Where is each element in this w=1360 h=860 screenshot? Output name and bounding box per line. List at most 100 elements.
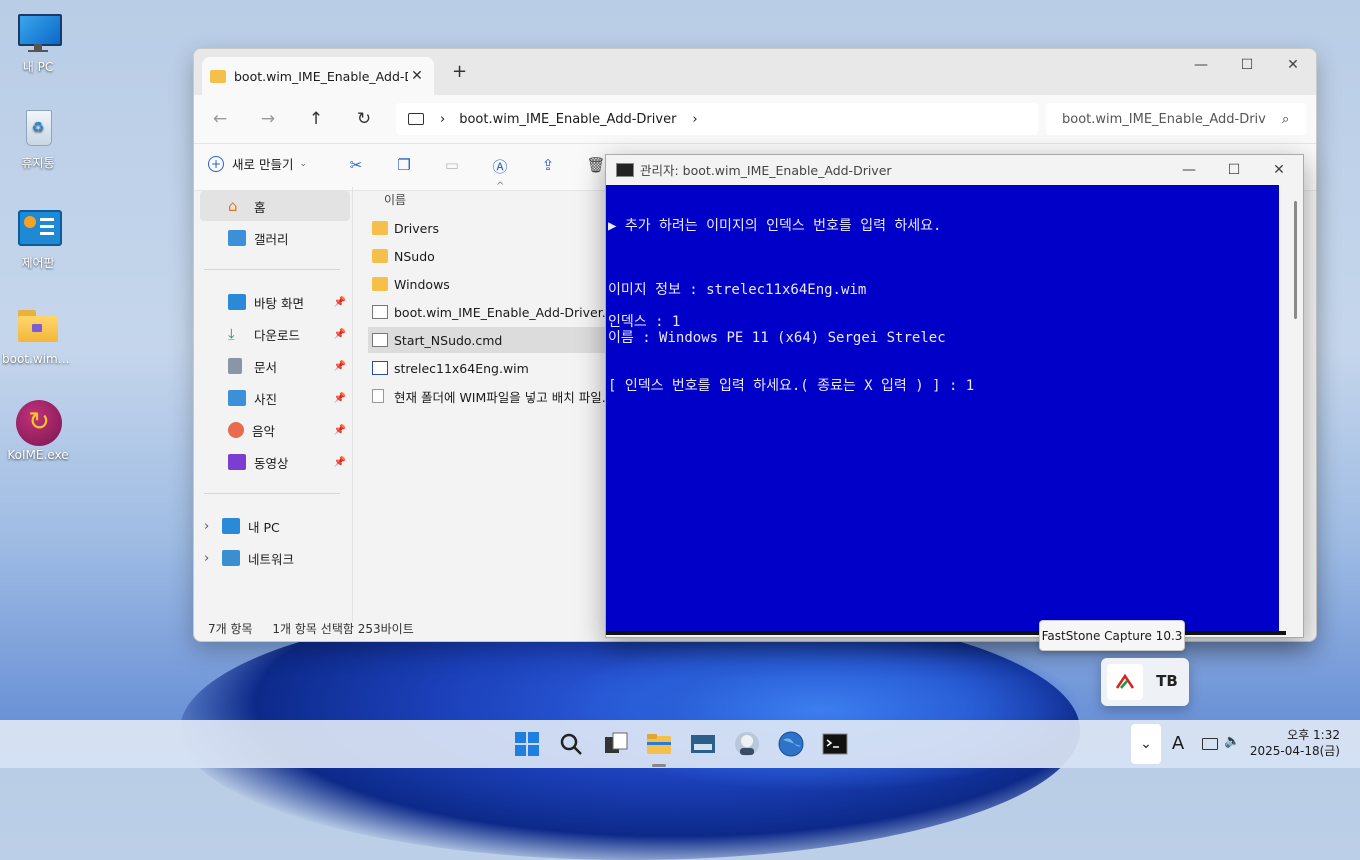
sidebar-item-pictures[interactable]: 사진 📌 <box>200 383 350 413</box>
sidebar-item-gallery[interactable]: 갤러리 <box>200 223 350 253</box>
console-scrollbar[interactable] <box>1279 185 1301 633</box>
windows-start-icon[interactable] <box>513 730 541 758</box>
sidebar-item-documents[interactable]: 문서 📌 <box>200 351 350 381</box>
close-tab-icon[interactable]: ✕ <box>408 68 426 84</box>
pin-icon[interactable]: 📌 <box>334 297 346 308</box>
sidebar-item-network[interactable]: › 네트워크 <box>200 543 350 573</box>
folder-icon <box>16 304 60 348</box>
task-view-icon[interactable] <box>602 730 630 758</box>
tray-overflow-popup: TB <box>1101 658 1189 706</box>
search-box[interactable]: boot.wim_IME_Enable_Add-Driv ⌕ <box>1046 103 1306 135</box>
sidebar-item-videos[interactable]: 동영상 📌 <box>200 447 350 477</box>
file-explorer-icon[interactable] <box>645 730 673 758</box>
tab-bar: boot.wim_IME_Enable_Add-D ✕ + — ☐ ✕ <box>194 49 1316 95</box>
new-button[interactable]: + 새로 만들기 ⌄ <box>208 154 307 173</box>
chevron-right-icon[interactable]: › <box>692 112 697 127</box>
list-item-selected[interactable]: Start_NSudo.cmd <box>368 327 608 353</box>
pin-icon[interactable]: 📌 <box>334 425 346 436</box>
chevron-right-icon: › <box>440 111 446 127</box>
show-hidden-icons-button[interactable]: ⌄ <box>1131 724 1161 764</box>
console-title: 관리자: boot.wim_IME_Enable_Add-Driver <box>640 163 892 178</box>
paste-icon[interactable]: ▭ <box>440 156 464 178</box>
gallery-icon <box>228 230 246 246</box>
console-line: 이미지 정보 : strelec11x64Eng.wim <box>608 282 867 298</box>
new-tab-button[interactable]: + <box>452 61 467 82</box>
expand-chevron-icon[interactable]: › <box>204 551 222 566</box>
sidebar-item-label: 내 PC <box>248 519 280 535</box>
status-bar: 7개 항목 1개 항목 선택함 253바이트 <box>208 620 414 637</box>
desktop-icon-this-pc[interactable]: 내 PC <box>2 10 74 75</box>
network-volume-tray[interactable]: 🔈 <box>1198 724 1246 764</box>
desktop-icon-koime[interactable]: ↻ KoIME.exe <box>2 400 74 462</box>
network-icon <box>1202 738 1218 750</box>
desktop-icon-control-panel[interactable]: 제어판 <box>2 206 74 271</box>
sidebar-item-label: 바탕 화면 <box>254 295 304 311</box>
keyboard-app-icon[interactable] <box>689 730 717 758</box>
share-icon[interactable]: ⇪ <box>536 156 560 178</box>
address-bar[interactable]: › boot.wim_IME_Enable_Add-Driver › <box>396 103 1038 135</box>
pin-icon[interactable]: 📌 <box>334 361 346 372</box>
navigation-pane: ⌂ 홈 갤러리 바탕 화면 📌 ⤓ 다운로드 📌 문서 📌 사진 📌 음악 📌 … <box>194 187 353 621</box>
file-name: Windows <box>394 276 450 292</box>
close-button[interactable]: ✕ <box>1256 158 1302 182</box>
search-icon[interactable] <box>557 730 585 758</box>
file-name: 현재 폴더에 WIM파일을 넣고 배치 파일... <box>394 389 608 405</box>
tab-current-folder[interactable]: boot.wim_IME_Enable_Add-D ✕ <box>202 57 434 95</box>
tb-app-icon[interactable]: TB <box>1149 664 1185 700</box>
back-button[interactable]: ← <box>206 107 234 131</box>
console-output[interactable]: ▶ 추가 하려는 이미지의 인덱스 번호를 입력 하세요. 이미지 정보 : s… <box>606 185 1279 633</box>
console-line: 이름 : Windows PE 11 (x64) Sergei Strelec <box>608 330 946 346</box>
column-header-name[interactable]: 이름 <box>384 191 406 208</box>
list-item[interactable]: Drivers <box>368 215 608 241</box>
computer-icon <box>408 113 424 125</box>
minimize-button[interactable]: — <box>1178 53 1224 77</box>
koime-app-icon: ↻ <box>16 400 62 446</box>
up-button[interactable]: ↑ <box>302 107 330 131</box>
desktop-icon-folder[interactable]: boot.wim_I... <box>2 304 74 366</box>
sidebar-item-downloads[interactable]: ⤓ 다운로드 📌 <box>200 319 350 349</box>
copy-icon[interactable]: ❐ <box>392 156 416 178</box>
console-line: ▶ 추가 하려는 이미지의 인덱스 번호를 입력 하세요. <box>608 218 942 234</box>
address-path[interactable]: boot.wim_IME_Enable_Add-Driver <box>459 112 676 127</box>
desktop-icon-label: KoIME.exe <box>7 448 69 462</box>
forward-button[interactable]: → <box>254 107 282 131</box>
scrollbar-thumb[interactable] <box>1294 201 1297 319</box>
list-item[interactable]: Windows <box>368 271 608 297</box>
clock-date: 2025-04-18(금) <box>1249 744 1340 758</box>
sidebar-item-this-pc[interactable]: › 내 PC <box>200 511 350 541</box>
list-item[interactable]: NSudo <box>368 243 608 269</box>
sidebar-item-home[interactable]: ⌂ 홈 <box>200 191 350 221</box>
pin-icon[interactable]: 📌 <box>334 393 346 404</box>
desktop-icon-label: 제어판 <box>21 256 55 270</box>
console-title-bar[interactable]: 관리자: boot.wim_IME_Enable_Add-Driver — ☐ … <box>606 155 1303 184</box>
refresh-button[interactable]: ↻ <box>350 107 378 131</box>
network-icon <box>222 550 240 566</box>
file-name: NSudo <box>394 248 435 264</box>
list-item[interactable]: 현재 폴더에 WIM파일을 넣고 배치 파일... <box>368 383 608 409</box>
pin-icon[interactable]: 📌 <box>334 457 346 468</box>
globe-icon[interactable] <box>777 730 805 758</box>
sidebar-item-music[interactable]: 음악 📌 <box>200 415 350 445</box>
search-icon: ⌕ <box>1282 111 1290 127</box>
maximize-button[interactable]: ☐ <box>1224 53 1270 77</box>
rename-icon[interactable]: Ⓐ <box>488 156 512 178</box>
faststone-capture-icon[interactable] <box>1107 664 1143 700</box>
system-clock[interactable]: 오후 1:32 2025-04-18(금) <box>1250 727 1340 759</box>
sidebar-item-label: 갤러리 <box>254 231 289 247</box>
search-input[interactable]: boot.wim_IME_Enable_Add-Driv <box>1062 112 1282 127</box>
list-item[interactable]: strelec11x64Eng.wim <box>368 355 608 381</box>
list-item[interactable]: boot.wim_IME_Enable_Add-Driver.cmd <box>368 299 608 325</box>
maximize-button[interactable]: ☐ <box>1211 158 1257 182</box>
close-button[interactable]: ✕ <box>1270 53 1316 77</box>
minimize-button[interactable]: — <box>1166 158 1212 182</box>
avatar-app-icon[interactable] <box>733 730 761 758</box>
text-file-icon <box>372 389 384 403</box>
pictures-icon <box>228 390 246 406</box>
desktop-icon-recycle-bin[interactable]: ♻ 휴지통 <box>2 106 74 171</box>
ime-indicator[interactable]: A <box>1168 724 1188 764</box>
sidebar-item-desktop[interactable]: 바탕 화면 📌 <box>200 287 350 317</box>
pin-icon[interactable]: 📌 <box>334 329 346 340</box>
cut-icon[interactable]: ✂ <box>344 156 368 178</box>
terminal-icon[interactable] <box>821 730 849 758</box>
expand-chevron-icon[interactable]: › <box>204 519 222 534</box>
